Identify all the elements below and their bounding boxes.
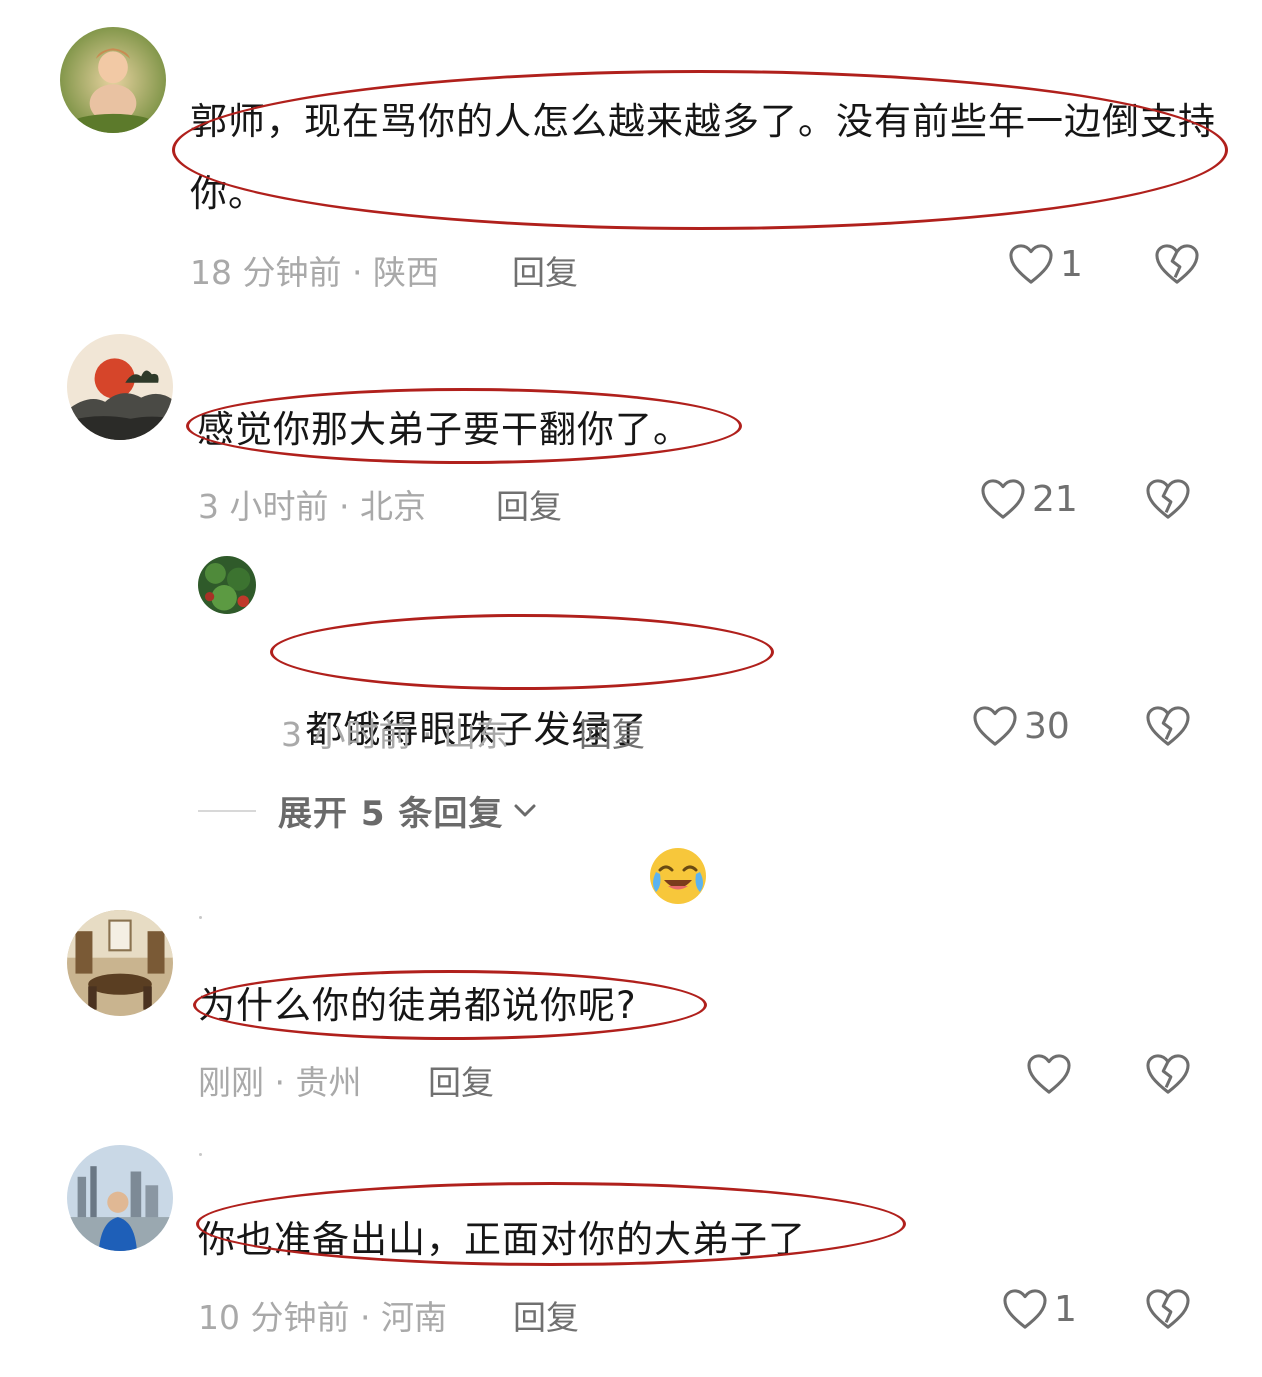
avatar-green-leaves[interactable] — [198, 556, 256, 614]
dislike-button[interactable] — [1145, 1288, 1191, 1330]
comment-time-location: 刚刚 · 贵州 — [198, 1063, 362, 1102]
dislike-button[interactable] — [1154, 243, 1200, 285]
broken-heart-icon — [1146, 1054, 1190, 1094]
comment-text: 郭师，现在骂你的人怎么越来越多了。没有前些年一边倒支持你。 — [190, 100, 1216, 215]
dislike-button[interactable] — [1145, 478, 1191, 520]
avatar-city-person[interactable] — [67, 1145, 173, 1251]
reply-button[interactable]: 回复 — [496, 480, 562, 528]
comment-text: 为什么你的徒弟都说你呢? — [198, 984, 637, 1027]
heart-icon — [973, 706, 1017, 746]
like-count: 30 — [1024, 705, 1070, 747]
heart-icon — [1027, 1054, 1071, 1094]
reply-button[interactable]: 回复 — [579, 708, 645, 756]
reply-button[interactable]: 回复 — [428, 1056, 494, 1104]
comment-time-location: 10 分钟前 · 河南 — [198, 1298, 447, 1337]
broken-heart-icon — [1146, 1289, 1190, 1329]
like-button[interactable]: 21 — [980, 478, 1078, 520]
comment-time-location: 18 分钟前 · 陕西 — [190, 253, 439, 292]
comment-text: 你也准备出山，正面对你的大弟子了 — [198, 1218, 806, 1261]
reply-button[interactable]: 回复 — [512, 246, 578, 294]
broken-heart-icon — [1155, 244, 1199, 284]
dislike-button[interactable] — [1145, 705, 1191, 747]
comment-text: 感觉你那大弟子要干翻你了。 — [197, 408, 691, 451]
like-button[interactable]: 30 — [972, 705, 1070, 747]
like-count: 21 — [1032, 478, 1078, 520]
reply-time-location: 3 小时前 · 山东 — [281, 715, 509, 754]
like-button[interactable]: 1 — [1008, 243, 1083, 285]
avatar-child-photo[interactable] — [60, 27, 166, 133]
avatar-sunset-painting[interactable] — [67, 334, 173, 440]
heart-icon — [981, 479, 1025, 519]
username-placeholder — [199, 916, 202, 919]
username-placeholder — [199, 1153, 202, 1156]
reply-button[interactable]: 回复 — [513, 1291, 579, 1339]
chevron-down-icon — [514, 804, 536, 816]
heart-icon — [1009, 244, 1053, 284]
comment-time-location: 3 小时前 · 北京 — [198, 487, 426, 526]
expand-divider — [198, 809, 256, 812]
like-count: 1 — [1060, 243, 1083, 285]
avatar-interior-room[interactable] — [67, 910, 173, 1016]
expand-replies-button[interactable]: 展开 5 条回复 — [198, 786, 537, 835]
broken-heart-icon — [1146, 706, 1190, 746]
heart-icon — [1003, 1289, 1047, 1329]
broken-heart-icon — [1146, 479, 1190, 519]
like-count: 1 — [1054, 1288, 1077, 1330]
crying-laughing-emoji — [648, 702, 708, 904]
like-button[interactable] — [1026, 1053, 1078, 1095]
like-button[interactable]: 1 — [1002, 1288, 1077, 1330]
dislike-button[interactable] — [1145, 1053, 1191, 1095]
expand-replies-label: 展开 5 条回复 — [278, 794, 504, 834]
